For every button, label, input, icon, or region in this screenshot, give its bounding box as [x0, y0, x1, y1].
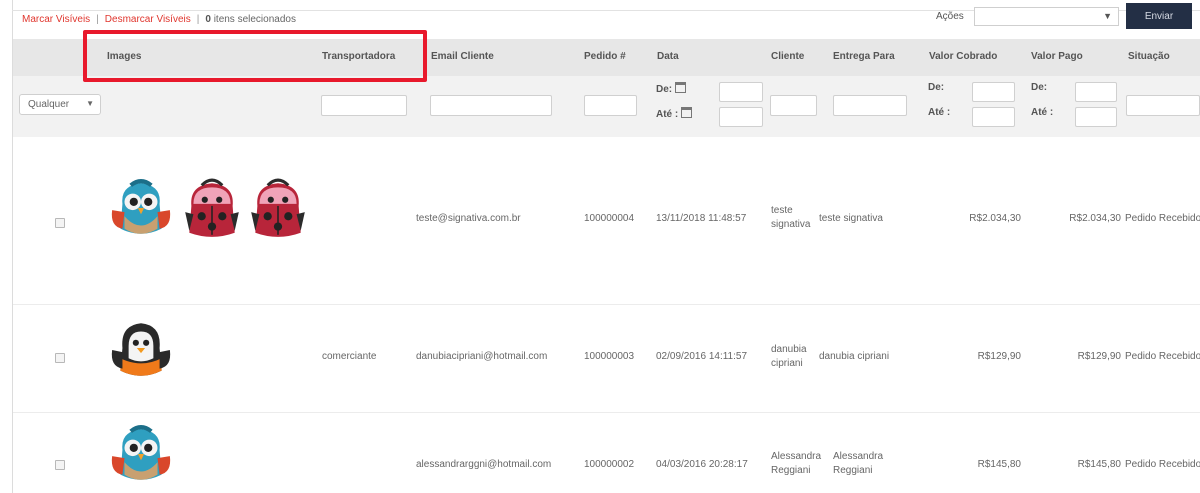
- paid-to-label: Até :: [1031, 107, 1054, 118]
- charged-cell: R$2.034,30: [969, 213, 1021, 224]
- email-cell: danubiacipriani@hotmail.com: [416, 351, 548, 362]
- column-header-email[interactable]: Email Cliente: [431, 51, 494, 62]
- actions-label: Ações: [936, 11, 964, 22]
- toolbar-separator: |: [196, 13, 200, 25]
- column-header-charged[interactable]: Valor Cobrado: [929, 51, 997, 62]
- order-cell: 100000002: [584, 459, 635, 470]
- date-to-label: Até :: [656, 107, 693, 120]
- date-to-input[interactable]: [719, 107, 763, 127]
- toolbar-separator: |: [96, 13, 99, 25]
- row-checkbox[interactable]: [55, 353, 65, 363]
- charged-to-label: Até :: [928, 107, 951, 118]
- backpack-owl-icon: [108, 173, 174, 243]
- column-header-status[interactable]: Situação: [1128, 51, 1170, 62]
- email-cell: alessandrarggni@hotmail.com: [416, 459, 552, 470]
- date-cell: 04/03/2016 20:28:17: [656, 459, 748, 470]
- calendar-icon[interactable]: [675, 82, 687, 93]
- charged-cell: R$145,80: [977, 459, 1021, 470]
- select-visible-link[interactable]: Marcar Visíveis: [22, 14, 90, 25]
- filter-row: Qualquer ▼ De: Até : De: Até : De: Até :: [13, 76, 1200, 137]
- charged-from-label: De:: [928, 82, 945, 93]
- column-header-ship-to[interactable]: Entrega Para: [833, 51, 895, 62]
- mass-action-toolbar: Marcar Visíveis | Desmarcar Visíveis | 0…: [22, 12, 296, 26]
- charged-from-input[interactable]: [972, 82, 1015, 102]
- image-filter-value: Qualquer: [28, 99, 70, 110]
- selected-suffix: itens selecionados: [213, 13, 296, 25]
- customer-filter-input[interactable]: [770, 95, 817, 116]
- paid-from-input[interactable]: [1075, 82, 1117, 102]
- email-filter-input[interactable]: [430, 95, 552, 116]
- unselect-visible-link[interactable]: Desmarcar Visíveis: [105, 14, 191, 25]
- customer-cell: danubia cipriani: [771, 344, 807, 369]
- customer-cell: teste signativa: [771, 205, 811, 230]
- ship-to-filter-input[interactable]: [833, 95, 907, 116]
- carrier-cell: comerciante: [322, 351, 377, 362]
- date-from-input[interactable]: [719, 82, 763, 102]
- chevron-down-icon: ▼: [86, 99, 94, 108]
- image-filter-select[interactable]: Qualquer ▼: [19, 94, 101, 115]
- carrier-filter-input[interactable]: [321, 95, 407, 116]
- paid-to-input[interactable]: [1075, 107, 1117, 127]
- customer-cell: Alessandra Reggiani: [771, 451, 822, 476]
- column-header-order[interactable]: Pedido #: [584, 51, 626, 62]
- table-row[interactable]: comerciante danubiacipriani@hotmail.com …: [13, 305, 1200, 413]
- status-cell: Pedido Recebido: [1125, 351, 1200, 362]
- backpack-ladybug-icon: [183, 178, 241, 239]
- status-cell: Pedido Recebido: [1125, 213, 1200, 224]
- status-filter-input[interactable]: [1126, 95, 1200, 116]
- backpack-owl-icon: [108, 419, 174, 489]
- order-cell: 100000004: [584, 213, 635, 224]
- highlight-box: [83, 30, 427, 82]
- selected-count-text: 0 itens selecionados: [205, 14, 296, 25]
- date-cell: 02/09/2016 14:11:57: [656, 351, 748, 362]
- charged-cell: R$129,90: [977, 351, 1021, 362]
- actions-select[interactable]: ▼: [974, 7, 1119, 26]
- submit-button[interactable]: Enviar: [1126, 3, 1192, 29]
- column-header-customer[interactable]: Cliente: [771, 51, 804, 62]
- row-checkbox[interactable]: [55, 218, 65, 228]
- paid-cell: R$129,90: [1077, 351, 1121, 362]
- date-cell: 13/11/2018 11:48:57: [656, 213, 747, 224]
- paid-cell: R$2.034,30: [1069, 213, 1121, 224]
- ship-to-cell: Alessandra Reggiani: [833, 451, 884, 476]
- email-cell: teste@signativa.com.br: [416, 213, 521, 224]
- column-header-paid[interactable]: Valor Pago: [1031, 51, 1083, 62]
- backpack-ladybug-icon: [249, 178, 307, 239]
- table-row[interactable]: teste@signativa.com.br 100000004 13/11/2…: [13, 137, 1200, 305]
- row-checkbox[interactable]: [55, 460, 65, 470]
- charged-to-input[interactable]: [972, 107, 1015, 127]
- column-header-date[interactable]: Data: [657, 51, 679, 62]
- ship-to-cell: teste signativa: [819, 213, 883, 224]
- status-cell: Pedido Recebido: [1125, 459, 1200, 470]
- order-filter-input[interactable]: [584, 95, 637, 116]
- paid-cell: R$145,80: [1077, 459, 1121, 470]
- selected-count: 0: [205, 13, 211, 25]
- calendar-icon[interactable]: [681, 107, 693, 118]
- chevron-down-icon: ▼: [1103, 11, 1112, 21]
- date-from-label: De:: [656, 82, 687, 95]
- paid-from-label: De:: [1031, 82, 1048, 93]
- backpack-penguin-icon: [111, 323, 171, 376]
- table-row[interactable]: alessandrarggni@hotmail.com 100000002 04…: [13, 413, 1200, 493]
- order-cell: 100000003: [584, 351, 635, 362]
- ship-to-cell: danubia cipriani: [819, 351, 890, 362]
